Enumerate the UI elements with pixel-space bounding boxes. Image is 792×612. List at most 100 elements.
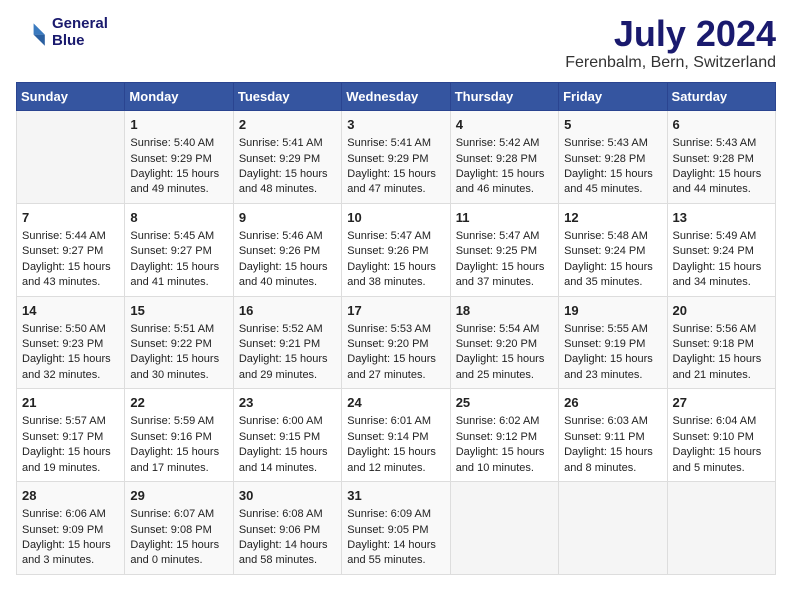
- calendar-cell: 6Sunrise: 5:43 AMSunset: 9:28 PMDaylight…: [667, 111, 775, 204]
- sunrise: Sunrise: 6:03 AM: [564, 414, 661, 429]
- day-number: 7: [22, 209, 119, 227]
- calendar-cell: 26Sunrise: 6:03 AMSunset: 9:11 PMDayligh…: [559, 389, 667, 482]
- sunset: Sunset: 9:28 PM: [564, 152, 661, 167]
- page-header: General Blue July 2024 Ferenbalm, Bern, …: [16, 16, 776, 72]
- sunrise: Sunrise: 6:07 AM: [130, 507, 227, 522]
- sunset: Sunset: 9:14 PM: [347, 430, 444, 445]
- daylight: Daylight: 15 hours and 25 minutes.: [456, 352, 553, 383]
- header-day-friday: Friday: [559, 83, 667, 111]
- calendar-week-5: 28Sunrise: 6:06 AMSunset: 9:09 PMDayligh…: [17, 482, 776, 575]
- sunrise: Sunrise: 6:00 AM: [239, 414, 336, 429]
- header-day-monday: Monday: [125, 83, 233, 111]
- daylight: Daylight: 15 hours and 44 minutes.: [673, 167, 770, 198]
- day-number: 20: [673, 302, 770, 320]
- sunset: Sunset: 9:17 PM: [22, 430, 119, 445]
- daylight: Daylight: 15 hours and 46 minutes.: [456, 167, 553, 198]
- calendar-cell: 23Sunrise: 6:00 AMSunset: 9:15 PMDayligh…: [233, 389, 341, 482]
- calendar-cell: 29Sunrise: 6:07 AMSunset: 9:08 PMDayligh…: [125, 482, 233, 575]
- daylight: Daylight: 15 hours and 21 minutes.: [673, 352, 770, 383]
- sunset: Sunset: 9:16 PM: [130, 430, 227, 445]
- calendar-cell: 17Sunrise: 5:53 AMSunset: 9:20 PMDayligh…: [342, 296, 450, 389]
- sunrise: Sunrise: 6:08 AM: [239, 507, 336, 522]
- header-day-wednesday: Wednesday: [342, 83, 450, 111]
- calendar-cell: 4 Sunrise: 5:42 AMSunset: 9:28 PMDaylight…: [450, 111, 558, 204]
- calendar-cell: 1Sunrise: 5:40 AMSunset: 9:29 PMDaylight…: [125, 111, 233, 204]
- sunset: Sunset: 9:24 PM: [564, 244, 661, 259]
- calendar-week-2: 7Sunrise: 5:44 AMSunset: 9:27 PMDaylight…: [17, 203, 776, 296]
- day-number: 14: [22, 302, 119, 320]
- sunset: Sunset: 9:29 PM: [347, 152, 444, 167]
- daylight: Daylight: 14 hours and 58 minutes.: [239, 538, 336, 569]
- sunrise: Sunrise: 5:40 AM: [130, 136, 227, 151]
- calendar-cell: 16Sunrise: 5:52 AMSunset: 9:21 PMDayligh…: [233, 296, 341, 389]
- day-number: 11: [456, 209, 553, 227]
- sunrise: Sunrise: 5:42 AM: [456, 136, 553, 151]
- logo-icon: [16, 17, 48, 49]
- day-number: 28: [22, 487, 119, 505]
- day-number: 17: [347, 302, 444, 320]
- daylight: Daylight: 15 hours and 45 minutes.: [564, 167, 661, 198]
- calendar-cell: 21Sunrise: 5:57 AMSunset: 9:17 PMDayligh…: [17, 389, 125, 482]
- calendar-cell: 5Sunrise: 5:43 AMSunset: 9:28 PMDaylight…: [559, 111, 667, 204]
- daylight: Daylight: 15 hours and 41 minutes.: [130, 260, 227, 291]
- calendar-cell: 9Sunrise: 5:46 AMSunset: 9:26 PMDaylight…: [233, 203, 341, 296]
- daylight: Daylight: 15 hours and 38 minutes.: [347, 260, 444, 291]
- daylight: Daylight: 15 hours and 34 minutes.: [673, 260, 770, 291]
- day-number: 5: [564, 116, 661, 134]
- daylight: Daylight: 15 hours and 32 minutes.: [22, 352, 119, 383]
- day-number: 21: [22, 394, 119, 412]
- sunrise: Sunrise: 6:02 AM: [456, 414, 553, 429]
- header-day-thursday: Thursday: [450, 83, 558, 111]
- calendar-cell: 25 Sunrise: 6:02 AMSunset: 9:12 PMDayligh…: [450, 389, 558, 482]
- logo-text: General Blue: [52, 16, 108, 49]
- sunrise: Sunrise: 5:54 AM: [456, 322, 553, 337]
- month-year: July 2024: [565, 16, 776, 52]
- header-day-saturday: Saturday: [667, 83, 775, 111]
- logo: General Blue: [16, 16, 108, 49]
- sunset: Sunset: 9:09 PM: [22, 523, 119, 538]
- calendar-cell: 24Sunrise: 6:01 AMSunset: 9:14 PMDayligh…: [342, 389, 450, 482]
- sunset: Sunset: 9:22 PM: [130, 337, 227, 352]
- sunrise: Sunrise: 5:52 AM: [239, 322, 336, 337]
- sunset: Sunset: 9:19 PM: [564, 337, 661, 352]
- daylight: Daylight: 15 hours and 19 minutes.: [22, 445, 119, 476]
- calendar-cell: 19Sunrise: 5:55 AMSunset: 9:19 PMDayligh…: [559, 296, 667, 389]
- calendar-cell: 3Sunrise: 5:41 AMSunset: 9:29 PMDaylight…: [342, 111, 450, 204]
- calendar-cell: 13Sunrise: 5:49 AMSunset: 9:24 PMDayligh…: [667, 203, 775, 296]
- day-number: 25: [456, 394, 553, 412]
- calendar-cell: 22 Sunrise: 5:59 AMSunset: 9:16 PMDayligh…: [125, 389, 233, 482]
- day-number: 13: [673, 209, 770, 227]
- day-number: 6: [673, 116, 770, 134]
- sunrise: Sunrise: 5:44 AM: [22, 229, 119, 244]
- day-number: 4: [456, 116, 553, 134]
- calendar-cell: 31Sunrise: 6:09 AMSunset: 9:05 PMDayligh…: [342, 482, 450, 575]
- sunrise: Sunrise: 5:45 AM: [130, 229, 227, 244]
- calendar-cell: [450, 482, 558, 575]
- sunset: Sunset: 9:08 PM: [130, 523, 227, 538]
- calendar-cell: 15Sunrise: 5:51 AMSunset: 9:22 PMDayligh…: [125, 296, 233, 389]
- header-row: SundayMondayTuesdayWednesdayThursdayFrid…: [17, 83, 776, 111]
- calendar-cell: 7Sunrise: 5:44 AMSunset: 9:27 PMDaylight…: [17, 203, 125, 296]
- day-number: 8: [130, 209, 227, 227]
- day-number: 2: [239, 116, 336, 134]
- sunset: Sunset: 9:27 PM: [130, 244, 227, 259]
- daylight: Daylight: 14 hours and 55 minutes.: [347, 538, 444, 569]
- daylight: Daylight: 15 hours and 17 minutes.: [130, 445, 227, 476]
- daylight: Daylight: 15 hours and 10 minutes.: [456, 445, 553, 476]
- sunrise: Sunrise: 5:48 AM: [564, 229, 661, 244]
- sunset: Sunset: 9:28 PM: [456, 152, 553, 167]
- calendar-cell: 2Sunrise: 5:41 AMSunset: 9:29 PMDaylight…: [233, 111, 341, 204]
- daylight: Daylight: 15 hours and 43 minutes.: [22, 260, 119, 291]
- day-number: 16: [239, 302, 336, 320]
- sunset: Sunset: 9:12 PM: [456, 430, 553, 445]
- sunset: Sunset: 9:18 PM: [673, 337, 770, 352]
- daylight: Daylight: 15 hours and 5 minutes.: [673, 445, 770, 476]
- sunrise: Sunrise: 5:59 AM: [130, 414, 227, 429]
- header-day-tuesday: Tuesday: [233, 83, 341, 111]
- calendar-cell: 18Sunrise: 5:54 AMSunset: 9:20 PMDayligh…: [450, 296, 558, 389]
- sunset: Sunset: 9:20 PM: [347, 337, 444, 352]
- sunset: Sunset: 9:26 PM: [347, 244, 444, 259]
- day-number: 22: [130, 394, 227, 412]
- sunset: Sunset: 9:26 PM: [239, 244, 336, 259]
- sunrise: Sunrise: 5:56 AM: [673, 322, 770, 337]
